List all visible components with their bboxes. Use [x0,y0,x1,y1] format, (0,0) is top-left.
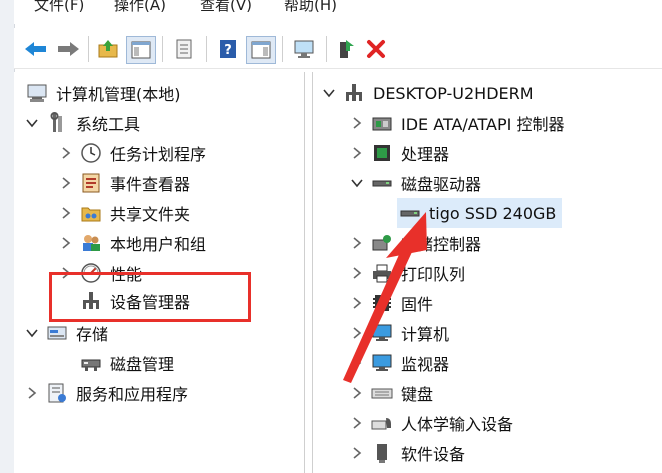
arrow-head [386,212,427,258]
arrow-shaft [343,248,412,383]
computer-management-window: 文件(F) 操作(A) 查看(V) 帮助(H) ? 计算机管理(本地) 系统工具… [0,0,662,473]
annotation-arrow [343,212,427,383]
